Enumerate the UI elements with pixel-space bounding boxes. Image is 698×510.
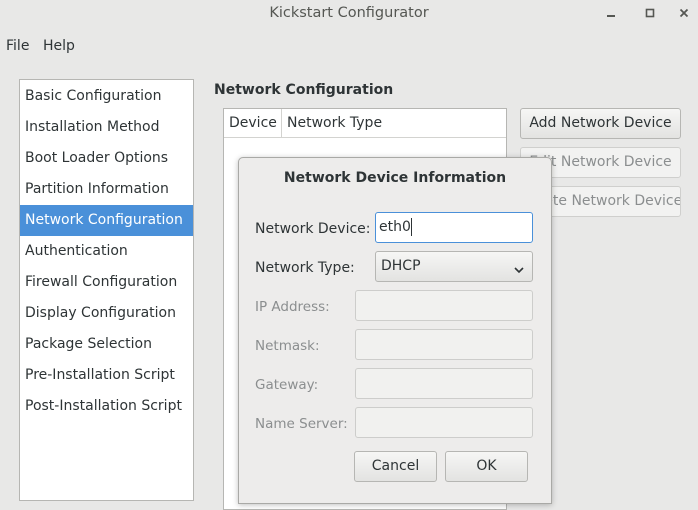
maximize-icon[interactable] — [639, 3, 661, 23]
gateway-label: Gateway: — [255, 377, 319, 393]
network-type-label: Network Type: — [255, 260, 355, 276]
name-server-input[interactable] — [355, 407, 533, 438]
sidebar: Basic Configuration Installation Method … — [19, 79, 194, 501]
sidebar-item-partition-information[interactable]: Partition Information — [20, 174, 193, 205]
gateway-input[interactable] — [355, 368, 533, 399]
minimize-icon[interactable] — [600, 3, 622, 23]
sidebar-item-installation-method[interactable]: Installation Method — [20, 112, 193, 143]
network-type-value: DHCP — [381, 258, 421, 274]
add-network-device-button[interactable]: Add Network Device — [520, 108, 681, 139]
header-divider — [224, 137, 506, 138]
column-header-device[interactable]: Device — [224, 109, 281, 137]
sidebar-item-network-configuration[interactable]: Network Configuration — [20, 205, 193, 236]
sidebar-item-basic-configuration[interactable]: Basic Configuration — [20, 81, 193, 112]
close-icon[interactable] — [673, 3, 695, 23]
cancel-button[interactable]: Cancel — [354, 451, 437, 482]
chevron-down-icon — [514, 262, 524, 278]
netmask-input[interactable] — [355, 329, 533, 360]
sidebar-item-firewall-configuration[interactable]: Firewall Configuration — [20, 267, 193, 298]
network-device-input[interactable]: eth0 — [375, 212, 533, 243]
menu-help[interactable]: Help — [43, 38, 75, 54]
name-server-label: Name Server: — [255, 416, 348, 432]
netmask-label: Netmask: — [255, 338, 320, 354]
sidebar-item-authentication[interactable]: Authentication — [20, 236, 193, 267]
sidebar-item-display-configuration[interactable]: Display Configuration — [20, 298, 193, 329]
sidebar-item-package-selection[interactable]: Package Selection — [20, 329, 193, 360]
network-device-label: Network Device: — [255, 221, 371, 237]
network-device-value: eth0 — [379, 219, 411, 235]
network-device-dialog: Network Device Information Network Devic… — [238, 157, 552, 504]
window-title: Kickstart Configurator — [269, 5, 429, 21]
column-header-network-type[interactable]: Network Type — [282, 109, 506, 137]
title-bar: Kickstart Configurator — [0, 0, 698, 28]
sidebar-item-post-installation-script[interactable]: Post-Installation Script — [20, 391, 193, 422]
ip-address-label: IP Address: — [255, 299, 330, 315]
ip-address-input[interactable] — [355, 290, 533, 321]
dialog-title: Network Device Information — [283, 170, 507, 186]
sidebar-item-pre-installation-script[interactable]: Pre-Installation Script — [20, 360, 193, 391]
text-caret — [411, 218, 412, 236]
sidebar-item-boot-loader-options[interactable]: Boot Loader Options — [20, 143, 193, 174]
network-type-select[interactable]: DHCP — [375, 251, 533, 282]
section-title: Network Configuration — [214, 82, 394, 98]
menu-file[interactable]: File — [6, 38, 29, 54]
ok-button[interactable]: OK — [445, 451, 528, 482]
